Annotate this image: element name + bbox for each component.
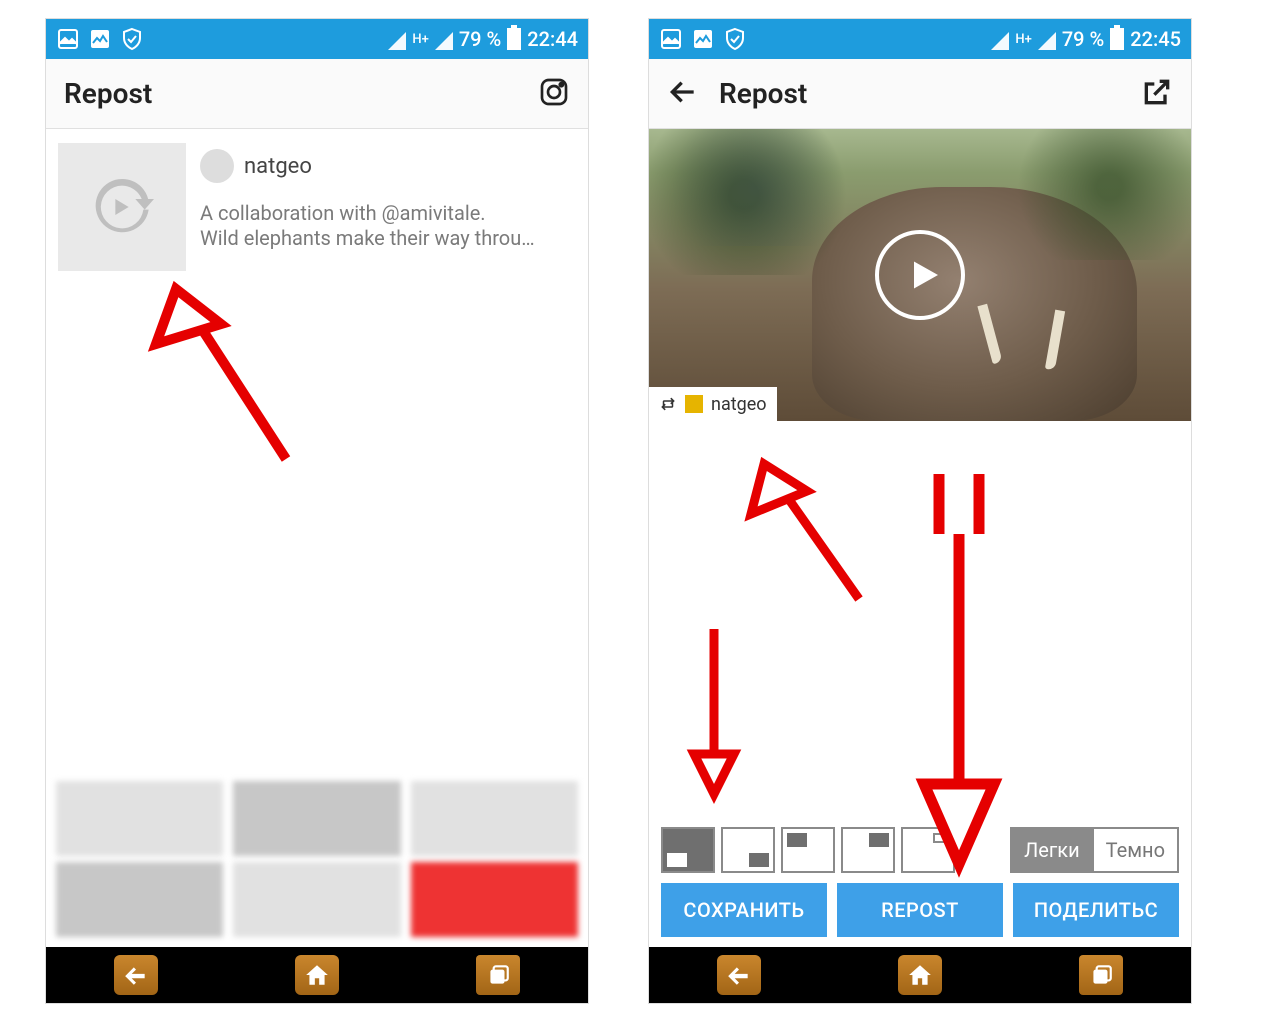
natgeo-badge-icon xyxy=(685,395,703,413)
page-title: Repost xyxy=(64,77,152,110)
action-button-row: СОХРАНИТЬ REPOST ПОДЕЛИТЬС xyxy=(661,883,1179,937)
signal-icon xyxy=(991,32,1009,50)
refresh-icon xyxy=(90,175,154,239)
battery-icon xyxy=(507,28,521,50)
theme-toggle: Легки Темно xyxy=(1010,827,1179,873)
battery-icon xyxy=(1110,28,1124,50)
nav-bar xyxy=(649,947,1191,1003)
position-bottom-right[interactable] xyxy=(721,827,775,873)
shield-icon xyxy=(120,27,144,51)
repost-button[interactable]: REPOST xyxy=(837,883,1003,937)
app-bar: Repost xyxy=(46,59,588,129)
net-label: H+ xyxy=(1015,32,1031,47)
theme-light-button[interactable]: Легки xyxy=(1012,829,1092,871)
position-top-right[interactable] xyxy=(841,827,895,873)
position-top-left[interactable] xyxy=(781,827,835,873)
share-button[interactable]: ПОДЕЛИТЬС xyxy=(1013,883,1179,937)
username: natgeo xyxy=(244,154,312,179)
chart-icon xyxy=(88,27,112,51)
chart-icon xyxy=(691,27,715,51)
nav-recent-button[interactable] xyxy=(476,955,520,995)
instagram-icon[interactable] xyxy=(538,76,570,112)
net-label: H+ xyxy=(412,32,428,47)
clock: 22:44 xyxy=(527,27,578,51)
battery-pct: 79 % xyxy=(459,27,501,51)
nav-back-button[interactable] xyxy=(717,955,761,995)
open-external-icon[interactable] xyxy=(1141,76,1173,112)
watermark-position-row: Легки Темно xyxy=(661,827,1179,873)
media-preview[interactable]: natgeo xyxy=(649,129,1191,421)
nav-bar xyxy=(46,947,588,1003)
nav-home-button[interactable] xyxy=(898,955,942,995)
phone-right: H+ 79 % 22:45 Repost natgeo Легки xyxy=(648,18,1192,1004)
repost-icon xyxy=(659,395,677,413)
play-icon[interactable] xyxy=(875,230,965,320)
signal-icon xyxy=(1038,32,1056,50)
signal-icon xyxy=(388,32,406,50)
theme-dark-button[interactable]: Темно xyxy=(1092,829,1177,871)
repost-watermark: natgeo xyxy=(649,387,777,421)
shield-icon xyxy=(723,27,747,51)
blurred-ads xyxy=(56,781,578,937)
clock: 22:45 xyxy=(1130,27,1181,51)
status-bar: H+ 79 % 22:45 xyxy=(649,19,1191,59)
signal-icon xyxy=(435,32,453,50)
caption-line: Wild elephants make their way throu… xyxy=(200,226,576,251)
nav-back-button[interactable] xyxy=(114,955,158,995)
image-icon xyxy=(659,27,683,51)
back-icon[interactable] xyxy=(667,76,699,112)
avatar xyxy=(200,149,234,183)
app-bar: Repost xyxy=(649,59,1191,129)
phone-left: H+ 79 % 22:44 Repost natgeo A collaborat… xyxy=(45,18,589,1004)
save-button[interactable]: СОХРАНИТЬ xyxy=(661,883,827,937)
caption-line: A collaboration with @amivitale. xyxy=(200,201,576,226)
post-thumbnail[interactable] xyxy=(58,143,186,271)
nav-recent-button[interactable] xyxy=(1079,955,1123,995)
annotation-arrow xyxy=(679,619,749,813)
post-list-item[interactable]: natgeo A collaboration with @amivitale. … xyxy=(46,129,588,285)
image-icon xyxy=(56,27,80,51)
position-none[interactable] xyxy=(901,827,955,873)
page-title: Repost xyxy=(719,77,807,110)
status-bar: H+ 79 % 22:44 xyxy=(46,19,588,59)
position-bottom-left[interactable] xyxy=(661,827,715,873)
nav-home-button[interactable] xyxy=(295,955,339,995)
watermark-username: natgeo xyxy=(711,394,767,415)
battery-pct: 79 % xyxy=(1062,27,1104,51)
annotation-arrow xyxy=(739,429,869,613)
annotation-arrow xyxy=(904,464,1024,888)
